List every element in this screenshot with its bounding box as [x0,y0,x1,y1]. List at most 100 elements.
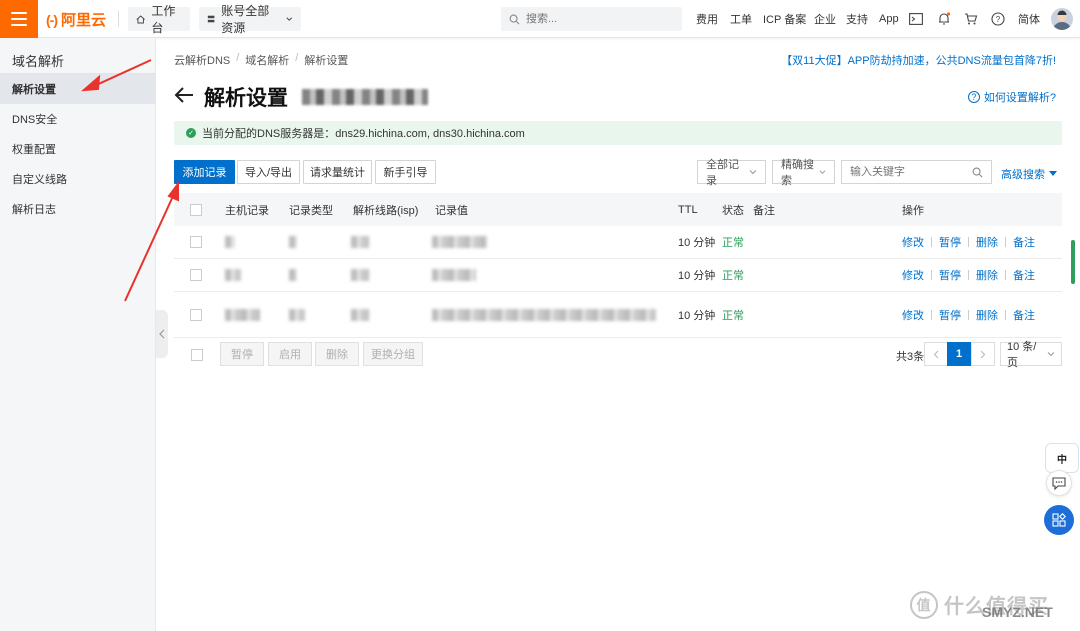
delete-link[interactable]: 删除 [976,307,998,323]
nav-icp[interactable]: ICP 备案 [763,0,806,38]
redacted-domain-name [302,89,428,105]
language-switch[interactable]: 简体 [1018,0,1040,38]
search-icon[interactable] [972,167,983,178]
keyword-input[interactable] [850,166,960,178]
apps-button[interactable] [1044,505,1074,535]
redacted-line [351,308,369,321]
header-actions: 操作 [902,204,924,217]
pause-link[interactable]: 暂停 [939,307,961,323]
chevron-down-icon [749,170,757,175]
sidebar-collapse-handle[interactable] [156,310,168,358]
advanced-search-toggle[interactable]: 高级搜索 [1001,166,1057,182]
edit-link[interactable]: 修改 [902,234,924,250]
row-checkbox[interactable] [190,269,202,281]
sidebar-item-dns-settings[interactable]: 解析设置 [0,74,156,104]
watermark-overlay: SMYZ.NET [982,604,1053,620]
sidebar-item-dns-security[interactable]: DNS安全 [0,104,156,134]
search-mode-value: 精确搜索 [781,159,814,187]
chevron-right-icon [980,350,986,358]
row-status: 正常 [722,270,744,282]
prev-page-button[interactable] [924,342,948,366]
header-ttl: TTL [678,203,698,216]
row-ttl: 10 分钟 [678,309,716,322]
help-icon[interactable]: ? [990,11,1006,27]
back-arrow-icon[interactable] [174,86,194,108]
request-stats-button[interactable]: 请求量统计 [303,160,372,184]
redacted-line [351,269,369,281]
select-all-checkbox[interactable] [190,203,202,216]
header-line: 解析线路(isp) [353,204,419,217]
bulk-pause-button[interactable]: 暂停 [220,342,264,366]
next-page-button[interactable] [971,342,995,366]
row-checkbox[interactable] [190,308,202,321]
user-avatar[interactable] [1051,8,1073,30]
global-search-input[interactable] [526,13,666,25]
table-row: 10 分钟 正常 修改 暂停 删除 备注 [174,259,1062,292]
help-link-label: 如何设置解析? [983,92,1056,104]
check-circle-icon: ✓ [186,128,196,138]
add-record-button[interactable]: 添加记录 [174,160,235,184]
redacted-value [432,308,656,321]
chat-bubble-icon [1052,476,1066,490]
delete-link[interactable]: 删除 [976,234,998,250]
action-separator [968,309,969,320]
bell-icon[interactable] [936,11,952,27]
record-filter-select[interactable]: 全部记录 [697,159,766,187]
chat-button[interactable] [1046,470,1072,496]
nav-tickets[interactable]: 工单 [730,0,752,38]
keyword-search[interactable] [841,160,992,184]
breadcrumb-current: 解析设置 [304,55,349,67]
page-size-select[interactable]: 10 条/页 [1000,341,1062,369]
sidebar-item-custom-lines[interactable]: 自定义线路 [0,164,156,194]
header-value: 记录值 [435,204,468,217]
page-number-button[interactable]: 1 [947,342,971,366]
redacted-value [432,236,487,248]
scrollbar-thumb[interactable] [1071,240,1075,284]
terminal-icon[interactable] [908,11,924,27]
action-separator [931,237,932,247]
aliyun-logo[interactable]: (-) 阿里云 [46,9,106,30]
breadcrumb-domain[interactable]: 域名解析 [245,52,289,68]
nav-app[interactable]: App [879,0,899,38]
global-search[interactable] [501,7,682,31]
cart-icon[interactable] [963,11,979,27]
chevron-down-icon [1047,352,1055,357]
promo-link[interactable]: 【双11大促】APP防劫持加速，公共DNS流量包首降7折! [781,52,1056,68]
bulk-delete-button[interactable]: 删除 [315,342,359,366]
nav-billing[interactable]: 费用 [696,0,718,38]
record-filter-value: 全部记录 [706,159,739,187]
row-actions: 修改 暂停 删除 备注 [902,267,1035,283]
robot-label: 中 [1057,454,1067,466]
import-export-button[interactable]: 导入/导出 [237,160,300,184]
bulk-enable-button[interactable]: 启用 [268,342,312,366]
help-link[interactable]: ? 如何设置解析? [967,89,1056,105]
pause-link[interactable]: 暂停 [939,267,961,283]
remark-link[interactable]: 备注 [1013,307,1035,323]
logo-divider [118,11,119,27]
breadcrumb-dns[interactable]: 云解析DNS [174,52,230,68]
edit-link[interactable]: 修改 [902,307,924,323]
nav-enterprise[interactable]: 企业 [814,0,836,38]
hamburger-menu-button[interactable] [0,0,38,38]
delete-link[interactable]: 删除 [976,267,998,283]
bulk-change-group-button[interactable]: 更换分组 [363,342,423,366]
nav-support[interactable]: 支持 [846,0,868,38]
footer-select-all-checkbox[interactable] [191,349,203,361]
breadcrumb-separator: / [295,52,299,64]
beginner-guide-button[interactable]: 新手引导 [375,160,436,184]
remark-link[interactable]: 备注 [1013,234,1035,250]
search-mode-select[interactable]: 精确搜索 [772,159,835,187]
remark-link[interactable]: 备注 [1013,267,1035,283]
assistant-robot-button[interactable]: 中 [1045,443,1079,473]
chevron-left-icon [933,350,939,358]
row-checkbox[interactable] [190,236,202,248]
home-icon [136,14,145,23]
sidebar-item-dns-logs[interactable]: 解析日志 [0,194,156,224]
pause-link[interactable]: 暂停 [939,234,961,250]
sidebar-item-weight-config[interactable]: 权重配置 [0,134,156,164]
edit-link[interactable]: 修改 [902,267,924,283]
table-row: 10 分钟 正常 修改 暂停 删除 备注 [174,226,1062,259]
resources-dropdown[interactable]: 账号全部资源 [199,4,301,35]
action-separator [968,237,969,247]
workbench-button[interactable]: 工作台 [128,4,190,35]
